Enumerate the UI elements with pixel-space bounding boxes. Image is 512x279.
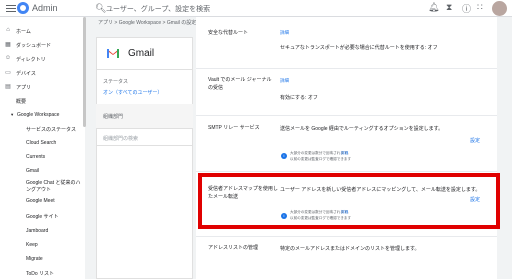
hourglass-icon[interactable]: ⧗ (446, 2, 452, 13)
org-unit-search-input[interactable]: 組織部門の検索 (103, 135, 138, 142)
vault-value[interactable]: 有効にする: オフ (280, 94, 318, 101)
sidebar-item-tasks[interactable]: ToDo リスト (26, 270, 54, 277)
sidebar-item-apps[interactable]: アプリ (16, 84, 31, 91)
vault-details-link[interactable]: 詳細 (280, 78, 289, 84)
sidebar-item-workspace[interactable]: Google Workspace (17, 112, 59, 118)
smtp-note-link[interactable]: 詳細 (341, 151, 348, 156)
status-label: ステータス (103, 79, 129, 85)
status-value[interactable]: オン（すべてのユーザー） (103, 89, 162, 96)
device-icon: ▭ (5, 70, 11, 76)
menu-icon[interactable] (6, 3, 16, 13)
avatar[interactable] (492, 1, 507, 16)
collapse-arrow-icon[interactable]: ▾ (11, 112, 13, 118)
divider (196, 68, 497, 69)
search-icon[interactable]: 🔍︎ (95, 3, 106, 14)
app-name: Gmail (128, 48, 155, 59)
dashboard-icon: ▦ (5, 42, 11, 48)
sidebar-item-keep[interactable]: Keep (26, 242, 38, 248)
smtp-configure-link[interactable]: 設定 (470, 137, 480, 144)
divider (196, 236, 497, 237)
address-list-value: 特定のメールアドレスまたはドメインのリストを管理します。 (280, 246, 420, 252)
settings-panel (196, 17, 497, 279)
sidebar-item-gmail[interactable]: Gmail (26, 168, 39, 174)
smtp-note-line2: 以前の変更は監査ログで確認できます (290, 157, 352, 161)
divider (96, 145, 193, 146)
admin-logo[interactable] (17, 2, 29, 14)
home-icon: ⌂ (6, 27, 10, 33)
search-input[interactable]: ユーザー、グループ、設定を検索 (106, 4, 210, 14)
page-scrollbar[interactable] (504, 17, 508, 279)
apps-icon: ▤ (5, 84, 11, 90)
divider (196, 171, 497, 172)
gmail-icon (107, 49, 119, 58)
sidebar-item-devices[interactable]: デバイス (16, 70, 36, 77)
smtp-title: SMTP リレー サービス (208, 125, 260, 131)
smtp-value: 送信メールを Google 経由でルーティングするオプションを設定します。 (280, 126, 444, 132)
secure-route-title: 安全な代替ルート (208, 30, 249, 36)
sidebar-item-sites[interactable]: Google サイト (26, 213, 59, 220)
sidebar-item-dashboard[interactable]: ダッシュボード (16, 42, 51, 49)
org-unit-label: 組織部門 (103, 114, 124, 120)
secure-route-value[interactable]: セキュアなトランスポートが必要な場合に代替ルートを使用する: オフ (280, 44, 438, 51)
sidebar-item-chat[interactable]: Google Chat と従来のハングアウト (26, 180, 84, 194)
app-info-card (96, 37, 193, 279)
sidebar-item-cloud-search[interactable]: Cloud Search (26, 140, 56, 146)
bell-icon[interactable]: 🔔︎ (428, 2, 439, 13)
address-list-title: アドレスリストの管理 (208, 245, 259, 251)
sidebar-item-overview[interactable]: 概要 (16, 98, 26, 105)
divider (196, 115, 497, 116)
info-icon: i (281, 153, 287, 159)
sidebar-item-directory[interactable]: ディレクトリ (16, 56, 46, 63)
secure-route-details-link[interactable]: 詳細 (280, 30, 289, 36)
sidebar-item-service-status[interactable]: サービスのステータス (26, 126, 76, 133)
sidebar-item-home[interactable]: ホーム (16, 28, 31, 35)
help-icon[interactable]: ⓘ (462, 2, 471, 15)
sidebar-item-currents[interactable]: Currents (26, 154, 45, 160)
highlight-box (198, 173, 500, 229)
sidebar-item-jamboard[interactable]: Jamboard (26, 228, 48, 234)
top-bar: Admin 🔍︎ ユーザー、グループ、設定を検索 🔔︎ ⧗ ⓘ ∷ (0, 0, 512, 17)
apps-grid-icon[interactable]: ∷ (477, 2, 483, 13)
sidebar-item-migrate[interactable]: Migrate (26, 256, 43, 262)
divider (96, 128, 193, 129)
vault-title: Vault でのメール ジャーナルの受信 (208, 77, 272, 91)
person-icon: ☺ (4, 55, 12, 61)
app-title[interactable]: Admin (32, 3, 58, 13)
divider (96, 69, 193, 70)
sidebar-item-meet[interactable]: Google Meet (26, 198, 55, 204)
